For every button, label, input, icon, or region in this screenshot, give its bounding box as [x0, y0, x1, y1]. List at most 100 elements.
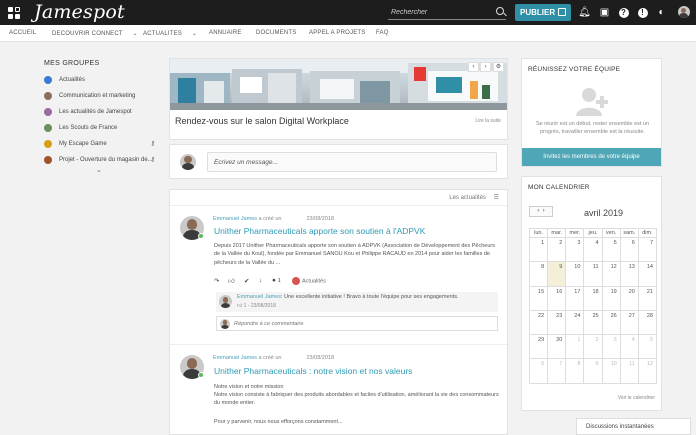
calendar-day-other-month[interactable]: 7 — [547, 358, 567, 384]
calendar-day-other-month[interactable]: 1 — [565, 334, 585, 360]
calendar-day[interactable]: 11 — [583, 261, 603, 287]
calendar-day[interactable]: 16 — [547, 285, 567, 311]
post-author[interactable]: Emmanuel James — [213, 216, 257, 222]
comment-action[interactable]: ● 1 — [272, 277, 281, 284]
group-label: Actualités — [59, 77, 86, 83]
like-icon[interactable]: 👍︎ — [237, 303, 242, 309]
avatar[interactable] — [219, 295, 232, 308]
post-title[interactable]: Unither Pharmaceuticals : notre vision e… — [214, 366, 412, 376]
post-tag[interactable]: Actualités — [292, 277, 326, 285]
banner-image[interactable]: ‹ › ⚙ — [170, 59, 507, 110]
help-icon[interactable]: ? — [617, 6, 630, 19]
nav-accueil[interactable]: ACCUEIL — [9, 30, 36, 36]
calendar-day-other-month[interactable]: 5 — [637, 334, 658, 360]
post-author[interactable]: Emmanuel James — [213, 355, 257, 361]
comment-text: : Une excellente initiative ! Bravo à to… — [281, 294, 459, 300]
group-item[interactable]: My Escape Game ⚷ — [44, 136, 159, 152]
calendar-day[interactable]: 13 — [619, 261, 639, 287]
group-item[interactable]: Projet - Ouverture du magasin de... ⚷ — [44, 152, 159, 168]
calendar-icon[interactable]: ▣ — [598, 6, 611, 19]
invite-members-button[interactable]: Invitez les membres de votre équipe — [522, 148, 661, 166]
group-item[interactable]: Communication et marketing — [44, 88, 159, 104]
calendar-day-other-month[interactable]: 6 — [528, 358, 549, 384]
banner-title[interactable]: Rendez-vous sur le salon Digital Workpla… — [175, 116, 349, 126]
post-tag-label: Actualités — [302, 278, 326, 285]
calendar-day[interactable]: 7 — [637, 236, 658, 263]
check-icon[interactable]: ✔ — [244, 277, 249, 285]
group-item[interactable]: Les Scouts de France — [44, 120, 159, 136]
weekday-header: lun. — [528, 228, 549, 238]
comment-item: Emmanuel James: Une excellente initiativ… — [216, 292, 498, 312]
calendar-day-other-month[interactable]: 2 — [583, 334, 603, 360]
calendar-day-other-month[interactable]: 9 — [583, 358, 603, 384]
calendar-day[interactable]: 28 — [637, 309, 658, 336]
avatar — [220, 319, 230, 329]
share-icon[interactable]: ↷ — [214, 277, 219, 285]
nav-documents[interactable]: DOCUMENTS — [256, 30, 296, 36]
calendar-day[interactable]: 27 — [619, 309, 639, 336]
calendar-day[interactable]: 29 — [528, 334, 549, 360]
group-avatar — [44, 124, 52, 132]
calendar-day[interactable]: 15 — [528, 285, 549, 311]
calendar-day[interactable]: 17 — [565, 285, 585, 311]
calendar-day[interactable]: 12 — [601, 261, 621, 287]
instant-chat-tab[interactable]: Discussions instantanées — [576, 418, 691, 435]
calendar-day-other-month[interactable]: 10 — [601, 358, 621, 384]
previous-icon[interactable]: ‹ — [468, 62, 479, 72]
calendar-day-other-month[interactable]: 4 — [619, 334, 639, 360]
calendar-day[interactable]: 10 — [565, 261, 585, 287]
nav-appel-projets[interactable]: APPEL A PROJETS — [309, 30, 365, 36]
calendar-day[interactable]: 20 — [619, 285, 639, 311]
calendar-day[interactable]: 1 — [528, 236, 549, 263]
next-icon[interactable]: › — [480, 62, 491, 72]
calendar-day[interactable]: 2 — [547, 236, 567, 263]
calendar-day[interactable]: 21 — [637, 285, 658, 311]
dashboard-icon[interactable]: ◐ — [655, 6, 668, 19]
comment-author[interactable]: Emmanuel James — [237, 294, 281, 300]
group-item[interactable]: Actualités — [44, 72, 159, 88]
nav-decouvrir[interactable]: DECOUVRIR CONNECT ⌄ — [52, 30, 138, 37]
view-calendar-link[interactable]: Voir le calendrier — [618, 395, 655, 401]
calendar-day-today[interactable]: 9 — [547, 261, 567, 287]
feed-filter[interactable]: Les actualités ☰ — [449, 194, 499, 201]
calendar-day[interactable]: 24 — [565, 309, 585, 336]
pin-icon[interactable]: ↓ — [259, 277, 262, 284]
logo-icon[interactable] — [8, 7, 20, 19]
reply-input[interactable] — [234, 321, 434, 327]
calendar-day[interactable]: 30 — [547, 334, 567, 360]
calendar-day[interactable]: 22 — [528, 309, 549, 336]
publish-button[interactable]: PUBLIER — [515, 4, 571, 21]
calendar-day[interactable]: 6 — [619, 236, 639, 263]
user-avatar[interactable] — [677, 6, 690, 19]
calendar-day-other-month[interactable]: 3 — [601, 334, 621, 360]
calendar-day[interactable]: 14 — [637, 261, 658, 287]
calendar-day[interactable]: 23 — [547, 309, 567, 336]
calendar-day[interactable]: 5 — [601, 236, 621, 263]
calendar-day[interactable]: 4 — [583, 236, 603, 263]
calendar-day-other-month[interactable]: 12 — [637, 358, 658, 384]
calendar-day[interactable]: 3 — [565, 236, 585, 263]
calendar-day[interactable]: 25 — [583, 309, 603, 336]
info-icon[interactable]: ! — [636, 6, 649, 19]
message-input[interactable] — [207, 152, 497, 172]
search-icon[interactable] — [496, 7, 504, 15]
search-input[interactable] — [388, 5, 488, 19]
brand-logo[interactable]: Jamespot — [34, 1, 125, 23]
group-label: Les Scouts de France — [59, 125, 118, 131]
calendar-day[interactable]: 8 — [528, 261, 549, 287]
calendar-day[interactable]: 26 — [601, 309, 621, 336]
calendar-day-other-month[interactable]: 8 — [565, 358, 585, 384]
like-icon[interactable]: 👍︎ — [228, 277, 235, 285]
calendar-day-other-month[interactable]: 11 — [619, 358, 639, 384]
nav-actualites[interactable]: ACTUALITES ⌄ — [143, 30, 197, 37]
calendar-day[interactable]: 18 — [583, 285, 603, 311]
calendar-day[interactable]: 19 — [601, 285, 621, 311]
post-title[interactable]: Unither Pharmaceuticals apporte son sout… — [214, 226, 425, 236]
read-more-link[interactable]: Lire la suite — [475, 118, 501, 124]
nav-annuaire[interactable]: ANNUAIRE — [209, 30, 242, 36]
nav-faq[interactable]: FAQ — [376, 30, 389, 36]
bell-icon[interactable]: 🔔︎ — [578, 6, 591, 19]
main-nav: ACCUEIL DECOUVRIR CONNECT ⌄ ACTUALITES ⌄… — [0, 25, 696, 42]
settings-icon[interactable]: ⚙ — [493, 62, 504, 72]
group-item[interactable]: Les actualités de Jamespot — [44, 104, 159, 120]
